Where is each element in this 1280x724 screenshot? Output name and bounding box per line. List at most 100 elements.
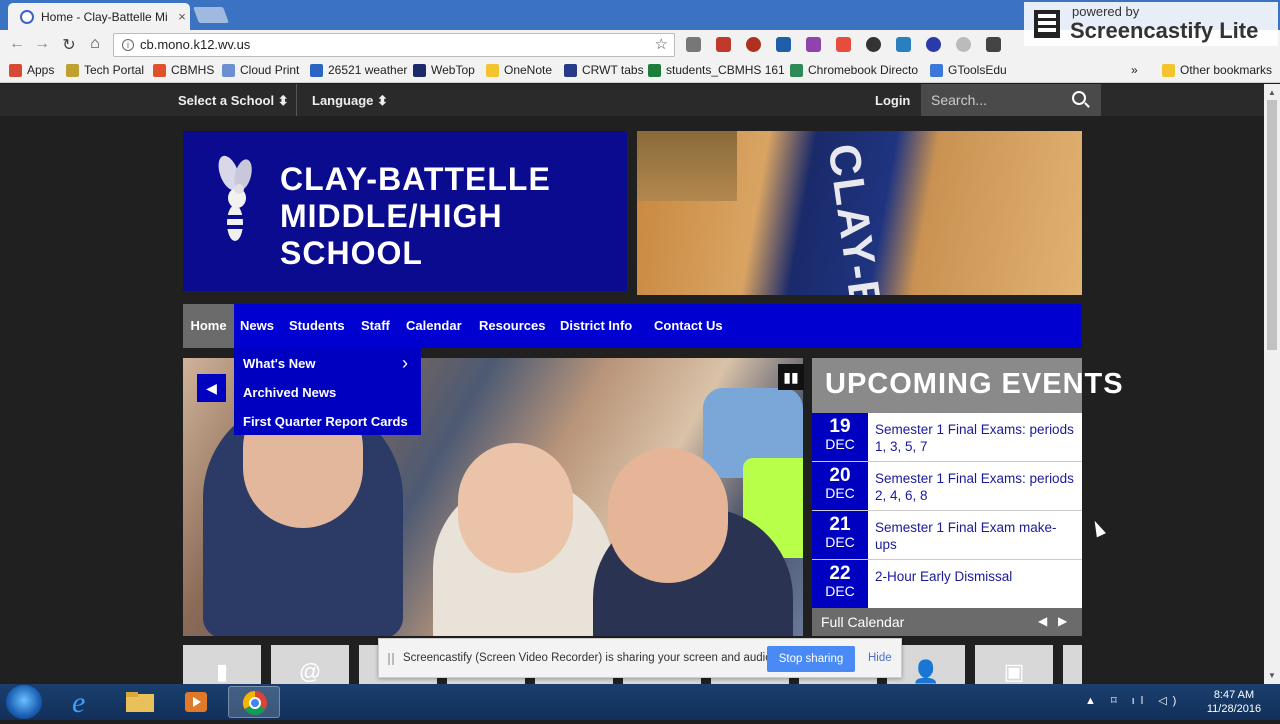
address-bar[interactable]: i cb.mono.k12.wv.us ☆ (113, 33, 675, 57)
extension-icon[interactable] (896, 37, 911, 52)
web-page: Select a School ⬍ Language ⬍ Login Searc… (0, 84, 1264, 684)
events-prev-icon[interactable]: ◀ (1038, 614, 1047, 628)
qr-extension-icon[interactable] (986, 37, 1001, 52)
dropdown-item-report-cards[interactable]: First Quarter Report Cards (243, 414, 408, 429)
drag-handle-icon[interactable] (388, 653, 394, 665)
hornet-mascot-icon (218, 155, 252, 241)
clock-time: 8:47 AM (1213, 689, 1255, 701)
nav-district-info[interactable]: District Info (560, 304, 632, 348)
taskbar-clock[interactable]: 8:47 AM 11/28/2016 (1196, 688, 1272, 716)
hide-button[interactable]: Hide (868, 652, 892, 664)
quicklink-tile[interactable]: @ (271, 645, 349, 684)
scroll-down-icon[interactable]: ▼ (1268, 671, 1276, 680)
bookmark-star-icon[interactable]: ☆ (655, 34, 668, 56)
dropdown-item-whats-new[interactable]: What's New (243, 356, 315, 371)
nav-calendar[interactable]: Calendar (406, 304, 462, 348)
extension-icon[interactable] (836, 37, 851, 52)
event-title[interactable]: Semester 1 Final Exam make-ups (875, 519, 1075, 553)
bus-icon: ▣ (1003, 659, 1025, 684)
bookmark-favicon-icon (222, 63, 235, 77)
bookmark-tech-portal[interactable]: Tech Portal (66, 63, 144, 77)
login-link[interactable]: Login (875, 93, 910, 108)
internet-explorer-icon[interactable]: e (58, 686, 110, 719)
bookmark-weather[interactable]: 26521 weather (310, 63, 407, 77)
scrollbar-thumb[interactable] (1267, 100, 1277, 350)
nav-home[interactable]: Home (183, 304, 234, 348)
start-button-icon[interactable] (6, 685, 42, 719)
select-school-dropdown[interactable]: Select a School ⬍ (178, 93, 289, 109)
screencastify-watermark: powered by Screencastify Lite (1024, 2, 1278, 46)
event-item[interactable]: 22 DEC 2-Hour Early Dismissal (812, 560, 1082, 609)
slideshow-pause-button[interactable]: ▮▮ (778, 364, 804, 390)
nav-staff[interactable]: Staff (361, 304, 390, 348)
events-next-icon[interactable]: ▶ (1058, 614, 1067, 628)
event-item[interactable]: 21 DEC Semester 1 Final Exam make-ups (812, 511, 1082, 560)
bookmark-favicon-icon (930, 63, 943, 77)
extension-icon[interactable] (926, 37, 941, 52)
other-bookmarks[interactable]: Other bookmarks (1162, 63, 1272, 77)
bookmark-students-sheet[interactable]: students_CBMHS 161 (648, 63, 785, 77)
browser-tab[interactable]: Home - Clay-Battelle Mi × (8, 3, 190, 30)
extension-icon[interactable] (716, 37, 731, 52)
event-title[interactable]: Semester 1 Final Exams: periods 1, 3, 5,… (875, 421, 1075, 455)
sharing-message: Screencastify (Screen Video Recorder) is… (403, 652, 775, 664)
reload-icon[interactable]: ↻ (59, 35, 79, 55)
extension-icon[interactable] (956, 37, 971, 52)
search-icon[interactable] (1072, 91, 1086, 105)
utility-bar: Select a School ⬍ Language ⬍ Login Searc… (0, 84, 1264, 116)
event-title[interactable]: 2-Hour Early Dismissal (875, 568, 1075, 585)
scroll-up-icon[interactable]: ▲ (1268, 88, 1276, 97)
school-logo-panel[interactable]: CLAY-BATTELLE MIDDLE/HIGH SCHOOL (183, 131, 627, 291)
folder-icon (1162, 63, 1175, 77)
chrome-icon[interactable] (228, 686, 280, 718)
site-info-icon[interactable]: i (122, 39, 134, 51)
extension-icon[interactable] (746, 37, 761, 52)
nav-news[interactable]: News (240, 304, 274, 348)
cast-extension-icon[interactable] (686, 37, 701, 52)
home-icon[interactable]: ⌂ (85, 35, 105, 53)
bookmark-onenote[interactable]: OneNote (486, 63, 552, 77)
language-dropdown[interactable]: Language ⬍ (312, 93, 388, 109)
nav-resources[interactable]: Resources (479, 304, 545, 348)
bookmark-gtoolsedu[interactable]: GToolsEdu (930, 63, 1007, 77)
event-date: 22 DEC (812, 560, 868, 608)
slideshow-prev-button[interactable]: ◀ (197, 374, 226, 402)
event-title[interactable]: Semester 1 Final Exams: periods 2, 4, 6,… (875, 470, 1075, 504)
quicklink-tile[interactable]: ▮ (183, 645, 261, 684)
nav-contact-us[interactable]: Contact Us (654, 304, 723, 348)
bookmark-label: Apps (27, 63, 55, 77)
event-item[interactable]: 20 DEC Semester 1 Final Exams: periods 2,… (812, 462, 1082, 511)
back-icon[interactable]: ← (7, 35, 27, 53)
bookmark-label: students_CBMHS 161 (666, 63, 785, 77)
new-tab-button[interactable] (193, 7, 229, 23)
dropdown-item-archived-news[interactable]: Archived News (243, 385, 336, 400)
bookmarks-overflow-icon[interactable]: » (1131, 63, 1138, 77)
extension-icon[interactable] (806, 37, 821, 52)
system-tray-icons[interactable]: ▲ ⌑ ıl ◁) (1085, 694, 1182, 707)
school-name: CLAY-BATTELLE MIDDLE/HIGH SCHOOL (280, 161, 551, 271)
bookmark-cloud-print[interactable]: Cloud Print (222, 63, 299, 77)
bookmark-crwt-tabs[interactable]: CRWT tabs (564, 63, 644, 77)
event-item[interactable]: 19 DEC Semester 1 Final Exams: periods 1,… (812, 413, 1082, 462)
bookmark-cbmhs[interactable]: CBMHS (153, 63, 214, 77)
stop-sharing-button[interactable]: Stop sharing (767, 646, 855, 672)
school-favicon-icon (20, 9, 34, 24)
quicklink-tile[interactable]: ▣ (975, 645, 1053, 684)
extension-icon[interactable] (866, 37, 881, 52)
media-player-icon[interactable] (170, 686, 222, 718)
bookmark-chromebook-directory[interactable]: Chromebook Directo (790, 63, 918, 77)
page-scrollbar[interactable]: ▲ ▼ (1264, 84, 1280, 684)
full-calendar-link[interactable]: Full Calendar (821, 614, 904, 630)
chevron-right-icon: › (402, 353, 408, 373)
events-footer: Full Calendar ◀ ▶ (812, 608, 1082, 636)
nav-students[interactable]: Students (289, 304, 345, 348)
file-explorer-icon[interactable] (114, 686, 166, 718)
bookmark-webtop[interactable]: WebTop (413, 63, 475, 77)
close-tab-icon[interactable]: × (174, 9, 190, 24)
tab-title: Home - Clay-Battelle Mi (41, 9, 168, 24)
bookmark-apps[interactable]: Apps (9, 63, 54, 77)
bookmark-favicon-icon (413, 63, 426, 77)
extension-icon[interactable] (776, 37, 791, 52)
quicklink-tile[interactable] (1063, 645, 1082, 684)
forward-icon[interactable]: → (32, 35, 52, 53)
